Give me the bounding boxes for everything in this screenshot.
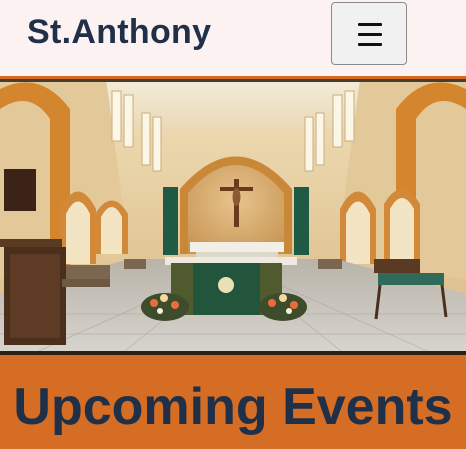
upcoming-events-heading: Upcoming Events	[13, 378, 453, 436]
upcoming-events-section: Upcoming Events	[0, 355, 466, 449]
site-header: St.Anthony	[0, 0, 466, 76]
navbar-toggle-button[interactable]	[331, 2, 407, 65]
hamburger-menu-icon	[358, 23, 382, 53]
site-brand-link[interactable]: St.Anthony	[27, 13, 211, 52]
church-interior-photo	[0, 79, 466, 355]
hero-church-image	[0, 79, 466, 355]
